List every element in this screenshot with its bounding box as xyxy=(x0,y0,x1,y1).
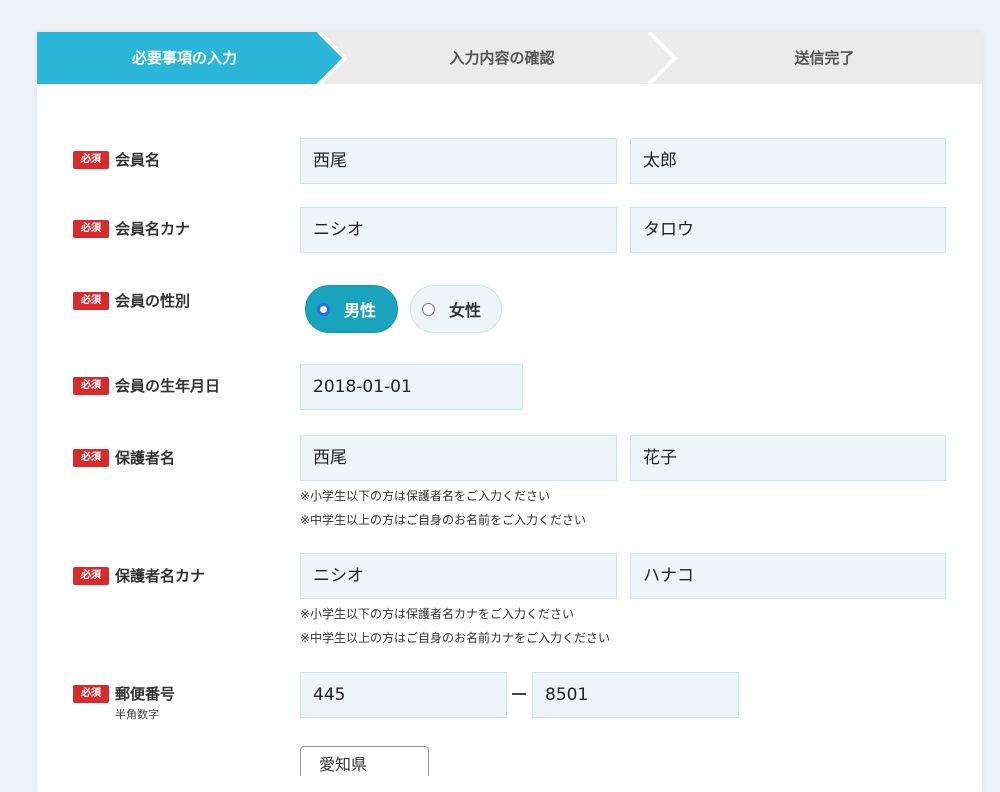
guardian-name-note-1: ※小学生以下の方は保護者名をご入力ください xyxy=(300,489,551,503)
member-last-name-input[interactable]: 西尾 xyxy=(300,138,617,184)
postal-sublabel: 半角数字 xyxy=(115,708,159,721)
step-input: 必要事項の入力 xyxy=(131,49,237,67)
prefecture-select[interactable]: 愛知県 xyxy=(300,746,429,776)
guardian-kana-label: 必須 保護者名カナ xyxy=(73,565,205,587)
gender-male-radio[interactable]: 男性 xyxy=(305,285,398,333)
birthdate-label-text: 会員の生年月日 xyxy=(115,377,221,395)
member-first-kana-input[interactable]: タロウ xyxy=(630,207,946,253)
required-badge: 必須 xyxy=(73,151,109,169)
gender-female-label: 女性 xyxy=(449,301,482,320)
step-complete: 送信完了 xyxy=(794,49,855,67)
radio-unchecked-icon xyxy=(422,302,435,316)
required-badge: 必須 xyxy=(73,685,109,703)
birthdate-label: 必須 会員の生年月日 xyxy=(73,375,220,397)
member-name-label: 必須 会員名 xyxy=(73,149,160,171)
member-kana-label-text: 会員名カナ xyxy=(115,220,191,238)
guardian-first-kana-input[interactable]: ハナコ xyxy=(630,553,946,599)
guardian-kana-note-2: ※中学生以上の方はご自身のお名前カナをご入力ください xyxy=(300,631,611,645)
guardian-last-name-input[interactable]: 西尾 xyxy=(300,435,617,481)
member-first-name-input[interactable]: 太郎 xyxy=(630,138,946,184)
postal-code-part2-input[interactable]: 8501 xyxy=(532,672,739,718)
step-confirm: 入力内容の確認 xyxy=(449,49,555,67)
guardian-first-name-input[interactable]: 花子 xyxy=(630,435,946,481)
member-kana-label: 必須 会員名カナ xyxy=(73,218,190,240)
guardian-name-label: 必須 保護者名 xyxy=(73,447,175,469)
birthdate-input[interactable]: 2018-01-01 xyxy=(300,364,523,410)
form-card: 必要事項の入力 入力内容の確認 送信完了 必須 会員名 西尾 太郎 必須 会員名… xyxy=(37,32,982,792)
required-badge: 必須 xyxy=(73,449,109,467)
required-badge: 必須 xyxy=(73,377,109,395)
guardian-name-label-text: 保護者名 xyxy=(115,449,176,467)
required-badge: 必須 xyxy=(73,220,109,238)
guardian-name-note-2: ※中学生以上の方はご自身のお名前をご入力ください xyxy=(300,513,587,527)
gender-label: 必須 会員の性別 xyxy=(73,290,190,312)
guardian-last-kana-input[interactable]: ニシオ xyxy=(300,553,617,599)
member-last-kana-input[interactable]: ニシオ xyxy=(300,207,617,253)
gender-label-text: 会員の性別 xyxy=(115,292,191,310)
postal-label-text: 郵便番号 xyxy=(115,685,176,703)
gender-male-label: 男性 xyxy=(344,301,377,320)
gender-female-radio[interactable]: 女性 xyxy=(410,285,502,333)
radio-checked-icon xyxy=(317,302,330,316)
progress-steps: 必要事項の入力 入力内容の確認 送信完了 xyxy=(37,32,982,84)
postal-dash xyxy=(512,693,526,695)
guardian-kana-note-1: ※小学生以下の方は保護者名カナをご入力ください xyxy=(300,607,575,621)
postal-code-part1-input[interactable]: 445 xyxy=(300,672,507,718)
member-name-label-text: 会員名 xyxy=(115,151,161,169)
required-badge: 必須 xyxy=(73,567,109,585)
required-badge: 必須 xyxy=(73,292,109,310)
postal-label: 必須 郵便番号 xyxy=(73,683,175,705)
guardian-kana-label-text: 保護者名カナ xyxy=(115,567,206,585)
